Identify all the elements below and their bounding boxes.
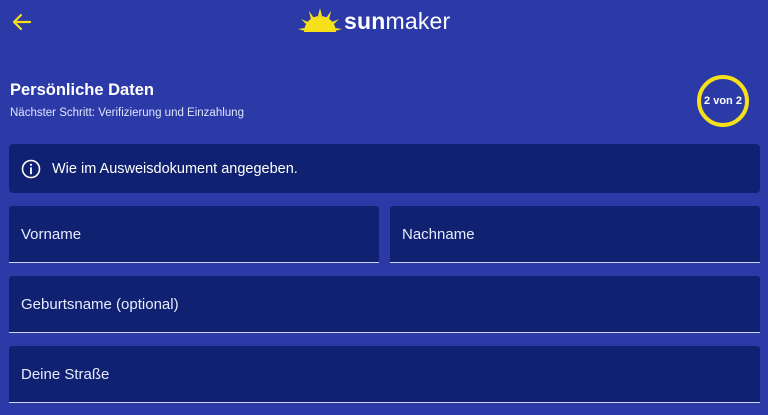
vorname-field[interactable]	[9, 206, 379, 263]
sun-icon	[298, 8, 342, 32]
logo-regular-text: maker	[385, 7, 451, 34]
info-circle-icon	[21, 159, 41, 178]
logo-wordmark: sunmaker	[344, 7, 451, 34]
step-text: 2 von 2	[704, 95, 742, 107]
sunmaker-logo[interactable]: sunmaker	[298, 6, 450, 36]
info-text: Wie im Ausweisdokument angegeben.	[52, 160, 298, 177]
info-banner: Wie im Ausweisdokument angegeben.	[9, 144, 760, 193]
nachname-field[interactable]	[390, 206, 760, 263]
back-button[interactable]	[8, 8, 36, 36]
step-indicator: 2 von 2	[697, 75, 749, 127]
registration-page: sunmaker Persönliche Daten Nächster Schr…	[0, 0, 768, 415]
geburtsname-field[interactable]	[9, 276, 760, 333]
header: sunmaker	[0, 0, 768, 44]
nachname-input[interactable]	[402, 206, 760, 262]
strasse-input[interactable]	[21, 346, 760, 402]
geburtsname-input[interactable]	[21, 276, 760, 332]
vorname-input[interactable]	[21, 206, 379, 262]
page-subtitle: Nächster Schritt: Verifizierung und Einz…	[10, 107, 244, 119]
arrow-left-icon	[12, 13, 32, 31]
page-title: Persönliche Daten	[10, 81, 154, 99]
strasse-field[interactable]	[9, 346, 760, 403]
logo-bold-text: sun	[344, 7, 386, 34]
